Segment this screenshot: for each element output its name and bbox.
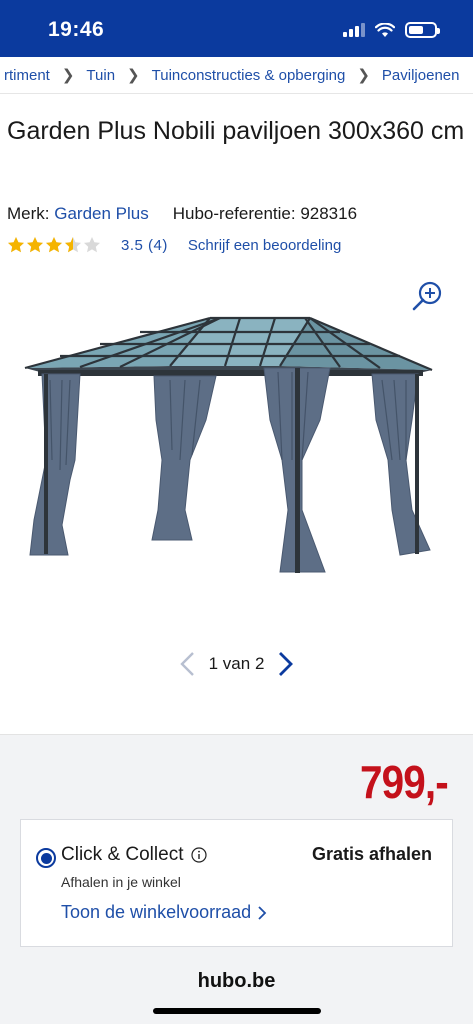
rating-stars[interactable]	[7, 236, 101, 254]
home-indicator[interactable]	[153, 1008, 321, 1014]
battery-icon	[405, 22, 440, 38]
battery-level	[409, 26, 424, 34]
chevron-left-icon[interactable]	[177, 650, 199, 678]
store-stock-label: Toon de winkelvoorraad	[61, 902, 252, 922]
click-collect-radio[interactable]	[36, 848, 56, 868]
pager-total: 2	[254, 654, 265, 673]
product-title: Garden Plus Nobili paviljoen 300x360 cm	[7, 117, 465, 145]
product-rating: 3.5 (4) Schrijf een beoordeling	[7, 236, 341, 254]
gallery-pager: 1 van 2	[0, 648, 473, 680]
info-icon[interactable]	[191, 847, 208, 863]
breadcrumb-item[interactable]: rtiment	[0, 67, 54, 84]
zoom-in-icon[interactable]	[411, 280, 445, 314]
click-collect-option[interactable]: Click & Collect Gratis afhalen Afhalen i…	[20, 819, 453, 947]
gazebo-image[interactable]	[20, 310, 440, 580]
pager-status: 1 van 2	[209, 654, 265, 674]
brand-label: Merk:	[7, 204, 50, 223]
brand-link[interactable]: Garden Plus	[54, 204, 149, 223]
chevron-right-icon	[258, 905, 267, 920]
click-collect-label: Click & Collect	[61, 844, 184, 865]
status-time: 19:46	[48, 18, 105, 41]
rating-value: 3.5	[121, 236, 144, 254]
product-meta: Merk: Garden Plus Hubo-referentie: 92831…	[7, 204, 357, 224]
write-review-link[interactable]: Schrijf een beoordeling	[188, 237, 341, 254]
pickup-price: Gratis afhalen	[311, 844, 432, 864]
star-icon	[46, 237, 62, 253]
status-icons	[343, 22, 440, 38]
brand-info: Merk: Garden Plus	[7, 204, 149, 224]
breadcrumb-item-tuin[interactable]: Tuin	[82, 67, 119, 84]
rating-summary[interactable]: 3.5 (4)	[121, 237, 168, 254]
breadcrumb-item-paviljoenen[interactable]: Paviljoenen	[378, 67, 464, 84]
click-collect-title: Click & Collect	[61, 844, 208, 866]
store-stock-link[interactable]: Toon de winkelvoorraad	[61, 902, 267, 923]
wifi-icon	[375, 22, 395, 37]
chevron-right-icon: ❯	[61, 67, 75, 84]
chevron-right-icon: ❯	[127, 67, 140, 84]
status-bar: 19:46	[0, 0, 473, 57]
pickup-subtitle: Afhalen in je winkel	[61, 874, 181, 890]
cellular-signal-icon	[343, 23, 365, 37]
star-icon	[65, 237, 81, 253]
breadcrumb-item-tuinconstructies[interactable]: Tuinconstructies & opberging	[148, 67, 350, 84]
chevron-right-icon[interactable]	[274, 650, 296, 678]
breadcrumb: rtiment ❯ Tuin ❯ Tuinconstructies & opbe…	[0, 57, 473, 93]
review-count: (4)	[148, 236, 168, 254]
chevron-right-icon: ❯	[357, 67, 370, 84]
pager-of: van	[222, 654, 251, 673]
pager-current: 1	[208, 654, 219, 673]
reference-info: Hubo-referentie: 928316	[173, 204, 357, 224]
star-icon	[84, 237, 100, 253]
reference-value: 928316	[300, 204, 358, 223]
star-icon	[27, 237, 43, 253]
price: 799,-	[360, 756, 449, 808]
divider	[0, 93, 473, 94]
url-domain[interactable]: hubo.be	[0, 970, 473, 993]
star-icon	[8, 237, 24, 253]
reference-label: Hubo-referentie:	[172, 204, 296, 223]
